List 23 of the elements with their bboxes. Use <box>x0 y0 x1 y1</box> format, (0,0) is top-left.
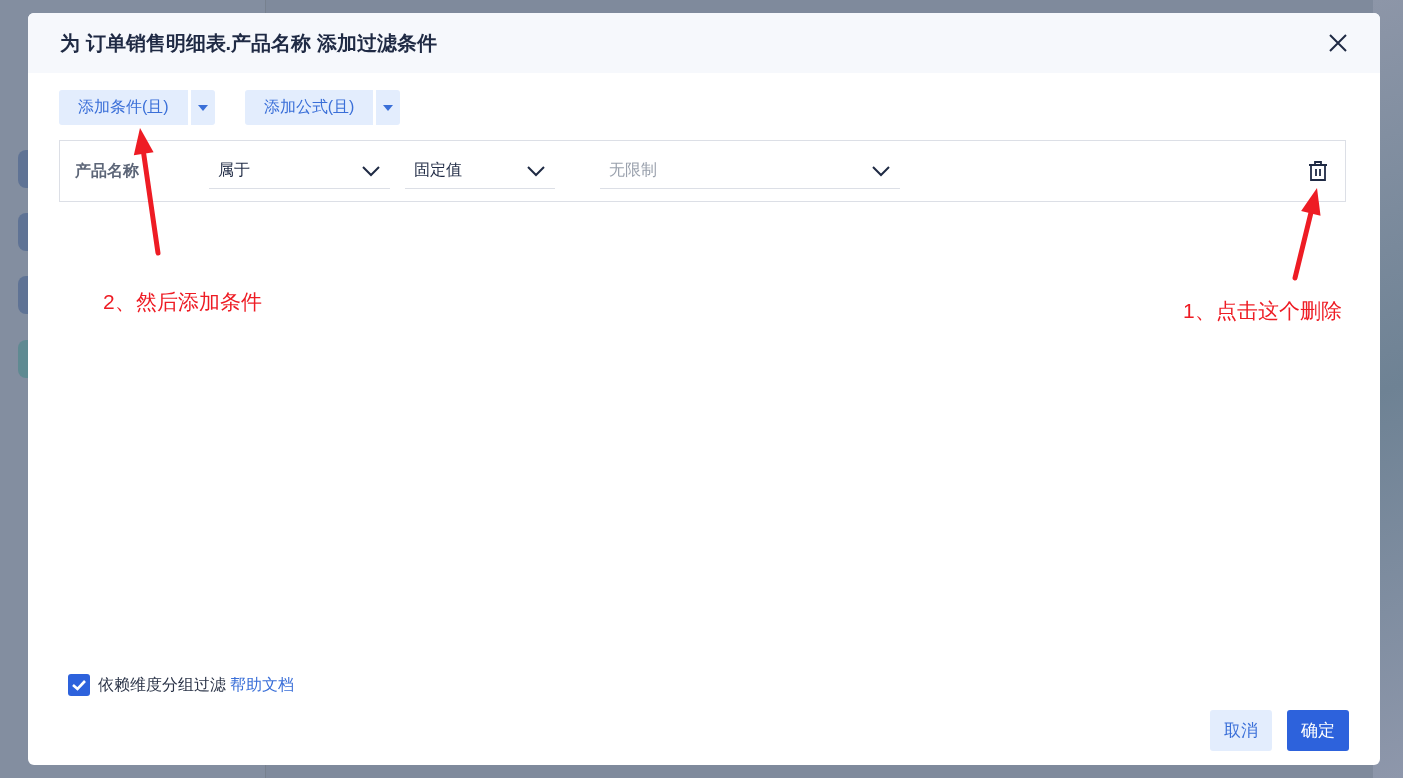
dropdown-button[interactable] <box>190 90 215 125</box>
value-select[interactable]: 无限制 <box>600 153 900 189</box>
chevron-down-icon <box>526 164 546 177</box>
add-button[interactable]: 添加条件(且) <box>59 90 188 125</box>
cancel-button[interactable]: 取消 <box>1210 710 1272 751</box>
dropdown-button[interactable] <box>376 90 401 125</box>
help-link[interactable]: 帮助文档 <box>230 674 294 696</box>
caret-icon <box>383 104 394 111</box>
checkbox[interactable] <box>68 674 90 696</box>
chevron-down-icon <box>361 164 381 177</box>
add-button[interactable]: 添加公式(且) <box>244 90 374 125</box>
field-label: 产品名称 <box>75 160 140 181</box>
confirm-button[interactable]: 确定 <box>1287 710 1349 751</box>
value-type-select[interactable]: 固定值 <box>405 153 555 189</box>
chevron-down-icon <box>871 164 891 177</box>
annotation-text: 1、点击这个删除 <box>1183 298 1342 324</box>
delete-icon[interactable] <box>1307 160 1329 182</box>
caret-icon <box>197 104 208 111</box>
option-label: 依赖维度分组过滤 <box>98 674 226 695</box>
dialog-title: 为 订单销售明细表.产品名称 添加过滤条件 <box>60 30 437 56</box>
annotation-text: 2、然后添加条件 <box>103 289 262 315</box>
close-button[interactable] <box>1328 33 1348 53</box>
operator-select[interactable]: 属于 <box>209 153 390 189</box>
